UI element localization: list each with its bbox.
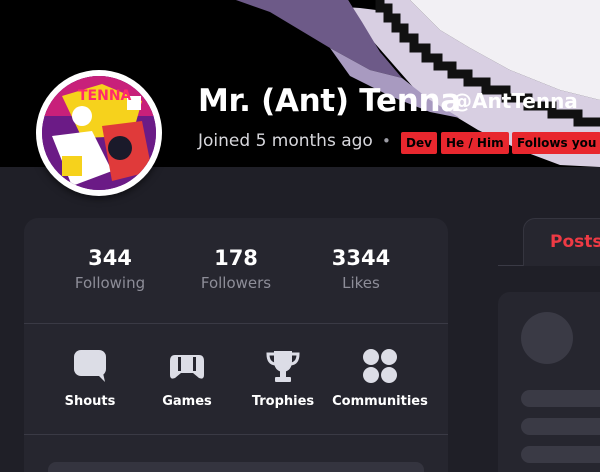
stat-following-value: 344 (88, 246, 132, 270)
nav-shouts-label: Shouts (64, 394, 116, 409)
stat-following[interactable]: 344 Following (55, 246, 165, 292)
stat-likes[interactable]: 3344 Likes (306, 246, 416, 292)
nav-communities-label: Communities (332, 394, 428, 409)
svg-text:TENNA: TENNA (78, 88, 132, 104)
nav-trophies-label: Trophies (251, 394, 315, 409)
nav-divider (24, 434, 448, 435)
avatar[interactable]: TENNA (36, 70, 162, 196)
skeleton-avatar (521, 312, 573, 364)
gamepad-icon (132, 348, 242, 384)
tab-posts-label: Posts (550, 232, 600, 252)
tab-posts[interactable]: Posts (523, 218, 600, 266)
nav-communities[interactable]: Communities (325, 348, 435, 409)
card-placeholder-bar (48, 462, 424, 472)
avatar-artwork: TENNA (42, 76, 156, 190)
badge-dev: Dev (401, 132, 437, 154)
skeleton-line (521, 418, 600, 435)
nav-games-label: Games (162, 394, 212, 409)
stats-divider (24, 323, 448, 324)
communities-icon (325, 348, 435, 384)
stat-likes-value: 3344 (331, 246, 391, 270)
stat-likes-label: Likes (342, 274, 380, 292)
separator-dot: • (382, 132, 391, 150)
joined-date: Joined 5 months ago (198, 131, 373, 151)
stat-following-label: Following (74, 274, 146, 292)
stat-followers-value: 178 (214, 246, 258, 270)
badge-follows-you: Follows you (512, 132, 600, 154)
nav-shouts[interactable]: Shouts (35, 348, 145, 409)
skeleton-line (521, 390, 600, 407)
tab-underline (498, 265, 524, 266)
display-name: Mr. (Ant) Tenna (198, 83, 461, 119)
user-handle: @AntTenna (452, 89, 578, 113)
speech-bubble-icon (35, 348, 145, 384)
nav-games[interactable]: Games (132, 348, 242, 409)
skeleton-line (521, 446, 600, 463)
stat-followers-label: Followers (200, 274, 272, 292)
trophy-icon (228, 348, 338, 384)
nav-trophies[interactable]: Trophies (228, 348, 338, 409)
stat-followers[interactable]: 178 Followers (181, 246, 291, 292)
badge-pronouns: He / Him (441, 132, 509, 154)
